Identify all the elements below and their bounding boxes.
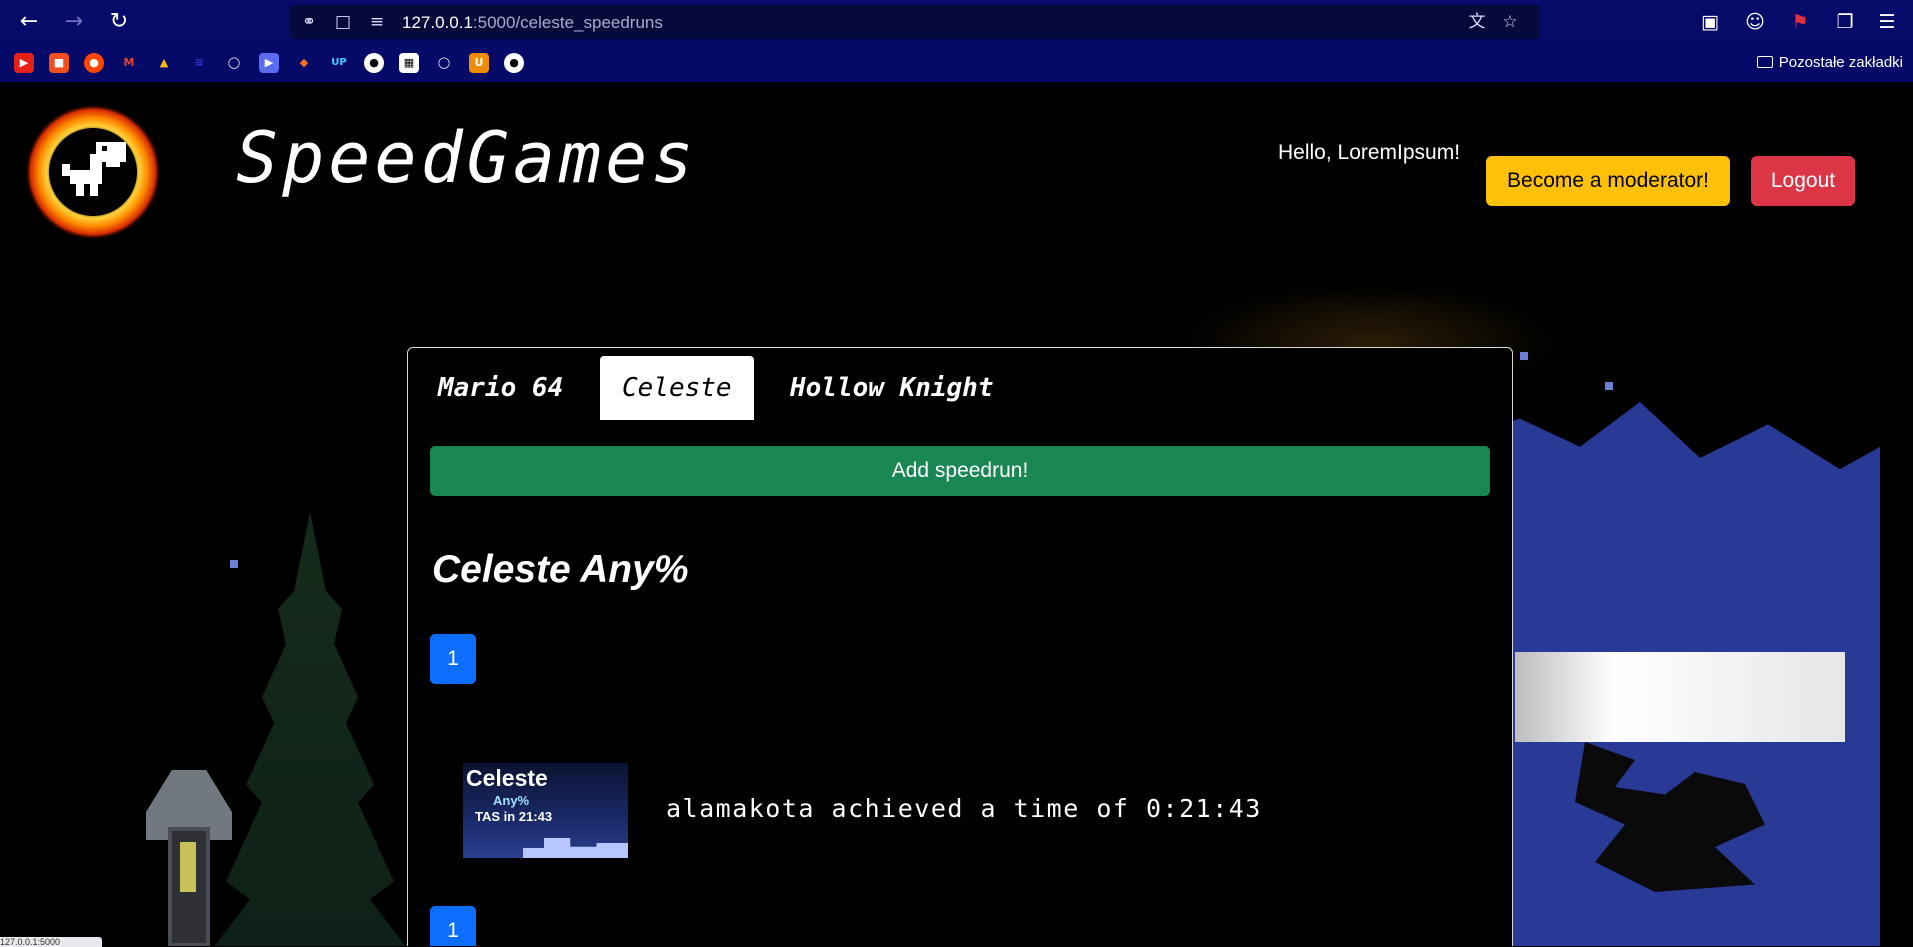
upel-icon[interactable]: UP [329,53,349,73]
bookmark-star-icon[interactable]: ☆ [1499,11,1521,33]
udemy-icon[interactable]: U [469,53,489,73]
background-snow [1520,352,1528,360]
tab-celeste[interactable]: Celeste [600,356,754,420]
browser-toolbar: ← → ↻ ⚭ □ ≡ 127.0.0.1:5000/celeste_speed… [0,0,1913,44]
github-icon[interactable]: ● [504,53,524,73]
folder-icon [1756,56,1773,68]
reddit-icon[interactable]: ● [84,53,104,73]
gitlab-icon[interactable]: ◆ [294,53,314,73]
thumbnail-subtitle: Any% [493,793,530,808]
tab-mario-64[interactable]: Mario 64 [416,356,585,420]
thumbnail-terrain [523,838,628,858]
logout-button[interactable]: Logout [1751,156,1855,206]
extensions-icon[interactable]: ❐ [1832,9,1858,35]
logo [25,104,161,239]
address-bar[interactable]: ⚭ □ ≡ 127.0.0.1:5000/celeste_speedruns 文… [290,5,1540,39]
github-icon[interactable]: ● [364,53,384,73]
category-title: Celeste Any% [432,548,689,591]
page-button[interactable]: 1 [430,634,476,684]
background-lamp-light [180,842,196,892]
bookmarks-bar: ▶ ■ ● M ▲ ≡ ◯ ▶ ◆ UP ● ▦ ◯ U ● Pozostałe… [0,44,1913,82]
game-tabs: Mario 64 Celeste Hollow Knight [408,356,1512,422]
site-settings-icon[interactable]: ≡ [366,11,388,33]
run-thumbnail[interactable]: Celeste Any% TAS in 21:43 [463,763,628,858]
user-greeting: Hello, LoremIpsum! [1278,141,1461,164]
speedrun-card: Mario 64 Celeste Hollow Knight Add speed… [407,347,1513,946]
play-icon[interactable]: ▶ [259,53,279,73]
bookmark-icon[interactable]: ≡ [189,53,209,73]
shield-icon[interactable]: ⚭ [298,11,320,33]
page: SpeedGames Hello, LoremIpsum! Become a m… [0,82,1913,946]
add-speedrun-button[interactable]: Add speedrun! [430,446,1490,496]
pocket-icon[interactable]: ▣ [1697,9,1723,35]
tab-hollow-knight[interactable]: Hollow Knight [768,356,1016,420]
youtube-icon[interactable]: ▶ [14,53,34,73]
reload-icon[interactable]: ↻ [105,8,133,36]
pattern-icon[interactable]: ▦ [399,53,419,73]
account-icon[interactable]: ☺ [1742,9,1768,35]
run-description: alamakota achieved a time of 0:21:43 [666,794,1262,823]
other-bookmarks[interactable]: Pozostałe zakładki [1756,54,1903,71]
translate-icon[interactable]: 文 [1466,11,1488,33]
page-icon[interactable]: □ [332,11,354,33]
thumbnail-title: Celeste [466,765,548,791]
drive-icon[interactable]: ▲ [154,53,174,73]
dino-eye [102,146,107,151]
background-tree [210,512,410,946]
url-text[interactable]: 127.0.0.1:5000/celeste_speedruns [402,13,663,33]
globe-icon[interactable]: ◯ [434,53,454,73]
become-moderator-button[interactable]: Become a moderator! [1486,156,1730,206]
menu-icon[interactable]: ☰ [1874,9,1900,35]
gmail-icon[interactable]: M [119,53,139,73]
background-snow [230,560,238,568]
site-title[interactable]: SpeedGames [236,117,697,199]
thumbnail-caption: TAS in 21:43 [475,809,553,824]
background-sign-band [1515,652,1845,742]
forward-icon[interactable]: → [60,8,88,36]
extension-alert-icon[interactable]: ⚑ [1787,9,1813,35]
shop-icon[interactable]: ■ [49,53,69,73]
globe-icon[interactable]: ◯ [224,53,244,73]
background-snow [1605,382,1613,390]
back-icon[interactable]: ← [15,8,43,36]
page-button[interactable]: 1 [430,906,476,946]
